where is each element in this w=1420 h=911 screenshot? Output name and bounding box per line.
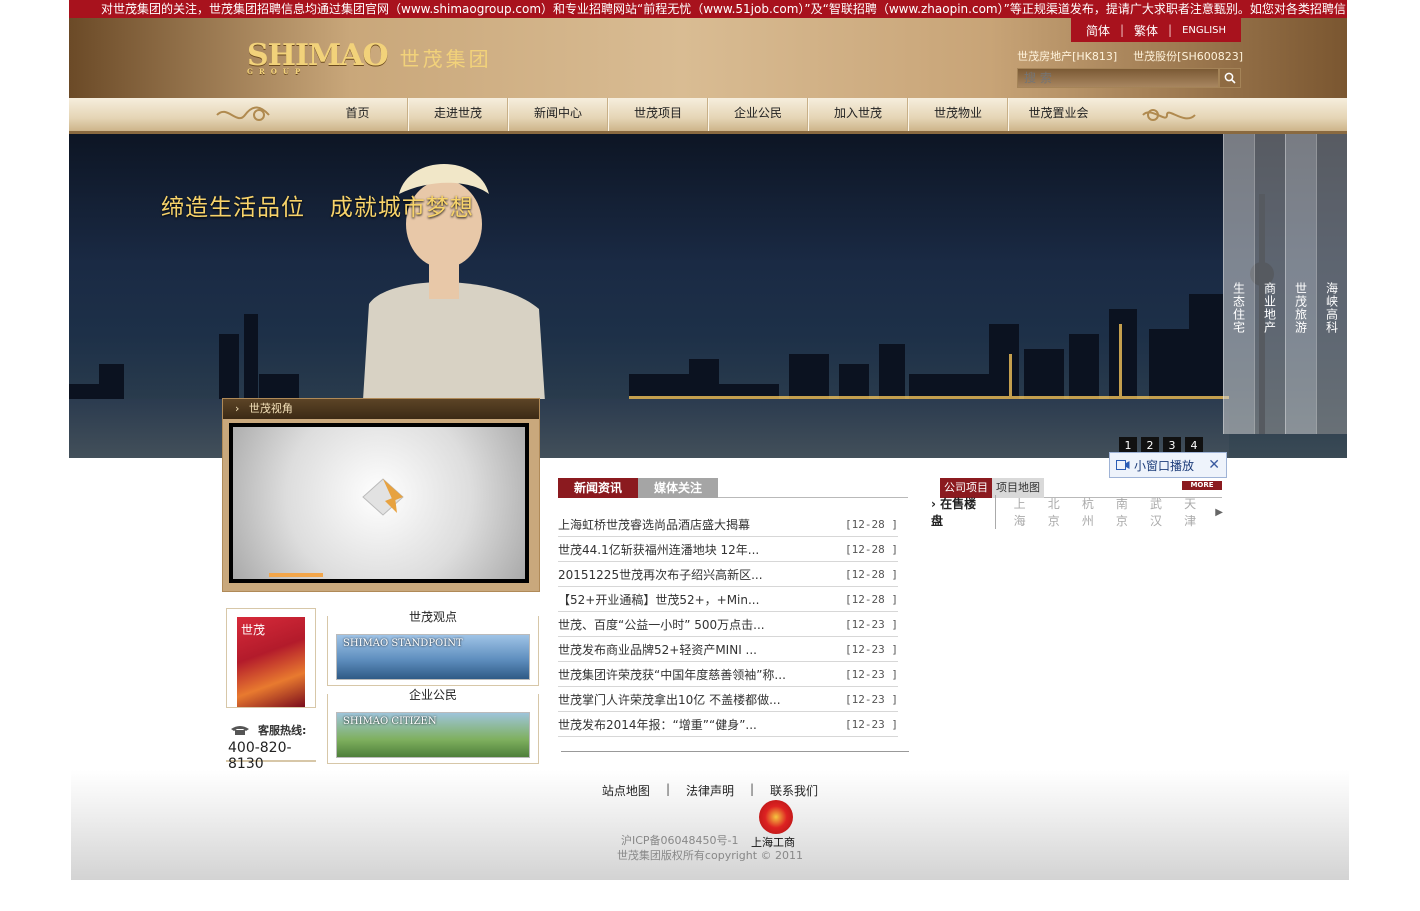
city-beijing[interactable]: 北京 [1048,495,1071,529]
news-item[interactable]: 世茂发布2014年报：“增重”“健身”... [12-23 ] [558,712,898,737]
footer-legal[interactable]: 法律声明 [686,782,734,799]
lang-english[interactable]: ENGLISH [1182,25,1226,36]
tab-hightech[interactable]: 海峡高科 [1316,134,1347,434]
news-item[interactable]: 【52+开业通稿】世茂52+，+Min... [12-28 ] [558,587,898,612]
news-item[interactable]: 世茂44.1亿斩获福州连潘地块 12年... [12-28 ] [558,537,898,562]
magazine-title: 世茂 [241,623,266,637]
video-camera-icon [1116,460,1130,470]
news-divider [561,751,909,752]
nav-list: 首页 走进世茂 新闻中心 世茂项目 企业公民 加入世茂 世茂物业 世茂置业会 [308,98,1108,131]
standpoint-title: 世茂观点 [408,610,457,624]
business-tabs: 生态住宅 商业地产 世茂旅游 海峡高科 [1223,134,1347,434]
search-button[interactable] [1219,68,1241,88]
logo-chinese: 世茂集团 [399,46,492,71]
mini-window-play[interactable]: 小窗口播放 ✕ [1109,452,1227,478]
stock-link-sh[interactable]: 世茂股份[SH600823] [1133,48,1243,64]
tab-eco-residential[interactable]: 生态住宅 [1223,134,1254,434]
language-switcher: 简体 | 繁体 | ENGLISH [1071,18,1241,42]
icp-number[interactable]: 沪ICP备06048450号-1 [621,832,739,848]
citizen-promo[interactable]: 企业公民 SHIMAO CITIZEN [327,688,539,764]
city-list: 上海 北京 杭州 南京 武汉 天津 [1014,495,1208,529]
tab-media[interactable]: 媒体关注 [638,478,718,498]
search-icon [1224,72,1236,84]
notice-ticker: 对世茂集团的关注，世茂集团招聘信息均通过集团官网（www.shimaogroup… [69,0,1347,18]
citizen-title: 企业公民 [408,688,457,702]
footer-links: 站点地图 | 法律声明 | 联系我们 [601,782,819,799]
ornament-left-icon [216,106,270,121]
nav-careers[interactable]: 加入世茂 [808,98,908,131]
video-panel-title: 世茂视角 [248,402,293,415]
city-tianjin[interactable]: 天津 [1184,495,1207,529]
nav-projects[interactable]: 世茂项目 [608,98,708,131]
nav-property[interactable]: 世茂物业 [908,98,1008,131]
video-panel: › 世茂视角 [222,398,540,592]
stock-link-hk[interactable]: 世茂房地产[HK813] [1017,48,1117,64]
hotline-label: 客服热线: [258,724,307,737]
on-sale-label: › 在售楼盘 [931,495,996,529]
customer-hotline: 客服热线: 400-820-8130 [226,716,316,772]
video-panel-header: › 世茂视角 [223,399,539,419]
footer: 站点地图 | 法律声明 | 联系我们 沪ICP备06048450号-1 上海工商… [71,770,1349,880]
logo[interactable]: SHIMAO GROUP 世茂集团 [247,38,492,76]
page: 对世茂集团的关注，世茂集团招聘信息均通过集团官网（www.shimaogroup… [69,0,1349,911]
video-logo-icon [362,478,404,516]
news-item[interactable]: 世茂掌门人许荣茂拿出10亿 不盖楼都做... [12-23 ] [558,687,898,712]
video-player[interactable] [229,423,529,583]
news-item[interactable]: 20151225世茂再次布子绍兴高新区... [12-28 ] [558,562,898,587]
city-wuhan[interactable]: 武汉 [1150,495,1173,529]
nav-citizenship[interactable]: 企业公民 [708,98,808,131]
video-progress[interactable] [269,573,323,577]
news-item[interactable]: 世茂发布商业品牌52+轻资产MINI ... [12-23 ] [558,637,898,662]
search-input[interactable] [1017,68,1219,88]
news-item[interactable]: 世茂集团许荣茂获“中国年度慈善领袖”称... [12-23 ] [558,662,898,687]
nav-club[interactable]: 世茂置业会 [1008,98,1108,131]
citizen-image-caption: SHIMAO CITIZEN [343,716,437,727]
magazine-image: 世茂 [237,617,305,707]
news-tabs: 新闻资讯 媒体关注 [558,478,908,498]
news-item[interactable]: 世茂、百度“公益一小时” 500万点击... [12-23 ] [558,612,898,637]
news-list: 上海虹桥世茂睿选尚品酒店盛大揭幕 [12-28 ] 世茂44.1亿斩获福州连潘地块… [558,512,898,737]
search-bar [1017,68,1241,88]
header: 简体 | 繁体 | ENGLISH SHIMAO GROUP 世茂集团 世茂房地… [69,18,1347,98]
banner-slogan: 缔造生活品位 成就城市梦想 [161,195,474,221]
next-arrow-icon[interactable]: ▶ [1215,507,1223,518]
ticker-text: 对世茂集团的关注，世茂集团招聘信息均通过集团官网（www.shimaogroup… [101,2,1346,16]
ornament-right-icon [1142,109,1196,121]
news-item[interactable]: 上海虹桥世茂睿选尚品酒店盛大揭幕 [12-28 ] [558,512,898,537]
magazine-cover[interactable]: 世茂 [226,608,316,708]
copyright: 世茂集团版权所有copyright © 2011 [616,849,804,862]
projects-on-sale: › 在售楼盘 上海 北京 杭州 南京 武汉 天津 ▶ [931,495,1223,529]
emblem-icon[interactable] [759,800,793,834]
stock-links: 世茂房地产[HK813] 世茂股份[SH600823] [1017,48,1243,64]
mini-window-label: 小窗口播放 [1134,458,1195,473]
phone-icon [231,726,249,735]
city-nanjing[interactable]: 南京 [1116,495,1139,529]
more-button[interactable]: MORE [1182,481,1222,490]
tab-news[interactable]: 新闻资讯 [558,478,638,498]
close-icon[interactable]: ✕ [1208,457,1220,473]
footer-sitemap[interactable]: 站点地图 [602,782,650,799]
standpoint-image: SHIMAO STANDPOINT [336,634,530,680]
lang-traditional[interactable]: 繁体 [1134,22,1158,39]
main-nav: 首页 走进世茂 新闻中心 世茂项目 企业公民 加入世茂 世茂物业 世茂置业会 [69,98,1347,134]
footer-contact[interactable]: 联系我们 [770,782,818,799]
standpoint-image-caption: SHIMAO STANDPOINT [343,638,463,649]
tab-commercial[interactable]: 商业地产 [1254,134,1285,434]
lang-simplified[interactable]: 简体 [1086,22,1110,39]
city-shanghai[interactable]: 上海 [1014,495,1037,529]
nav-news[interactable]: 新闻中心 [508,98,608,131]
citizen-image: SHIMAO CITIZEN [336,712,530,758]
nav-home[interactable]: 首页 [308,98,408,131]
chevron-right-icon: › [235,402,240,415]
standpoint-promo[interactable]: 世茂观点 SHIMAO STANDPOINT [327,610,539,686]
hotline-number: 400-820-8130 [228,740,292,772]
nav-about[interactable]: 走进世茂 [408,98,508,131]
city-hangzhou[interactable]: 杭州 [1082,495,1105,529]
tab-tourism[interactable]: 世茂旅游 [1285,134,1316,434]
